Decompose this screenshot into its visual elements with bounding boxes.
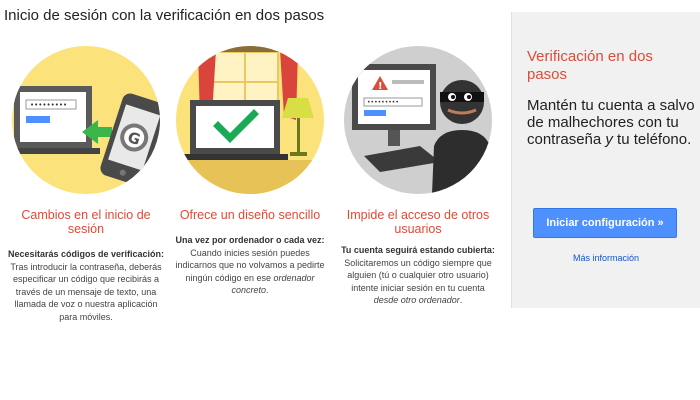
feature-description: Una vez por ordenador o cada vez: Cuando… [166,234,334,297]
feature-text-end: . [266,285,269,295]
feature-simple-design: Ofrece un diseño sencillo Una vez por or… [166,46,334,297]
feature-text-end: . [459,295,463,305]
panel-text: Mantén tu cuenta a salvo de malhechores … [527,97,697,148]
feature-lead: Necesitarás códigos de verificación: [7,249,165,259]
phone-sends-code-illustration: ••••••••• G [12,46,160,194]
trusted-computer-illustration [176,46,324,194]
feature-text-emphasis: desde otro ordenador [373,295,460,305]
feature-text: Tras introducir la contraseña, deberás e… [10,261,162,322]
feature-description: Necesitarás códigos de verificación: Tra… [2,248,170,323]
setup-panel: Verificación en dos pasos Mantén tu cuen… [511,12,700,308]
feature-signin-changes: ••••••••• G Cambios en el inicio de sesi… [2,46,170,323]
svg-text:•••••••••: ••••••••• [30,101,67,109]
panel-title: Verificación en dos pasos [527,48,653,83]
panel-text-end: tu teléfono. [612,131,692,148]
feature-block-others: ! ••••••••• Impide el acceso de otros us… [334,46,502,307]
feature-description: Tu cuenta seguirá estando cubierta: Soli… [334,244,502,307]
thief-blocked-illustration: ! ••••••••• [344,46,492,194]
more-info-link[interactable]: Más información [512,253,700,263]
feature-lead: Una vez por ordenador o cada vez: [175,235,325,245]
svg-text:•••••••••: ••••••••• [367,99,399,106]
page-title: Inicio de sesión con la verificación en … [4,7,325,24]
feature-lead: Tu cuenta seguirá estando cubierta: [341,245,495,255]
feature-title: Impide el acceso de otros usuarios [346,208,490,236]
svg-text:!: ! [378,81,383,92]
feature-title: Cambios en el inicio de sesión [21,208,151,236]
feature-text: Solicitaremos un código siempre que algu… [344,257,492,293]
start-setup-button[interactable]: Iniciar configuración » [533,208,677,238]
panel-text-emphasis: y [605,131,613,148]
feature-title: Ofrece un diseño sencillo [179,208,321,222]
